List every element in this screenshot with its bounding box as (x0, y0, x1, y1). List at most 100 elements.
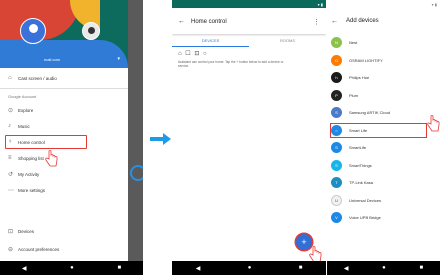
compass-icon: ⊙ (8, 107, 14, 114)
device-name: TP-Link Kasa (349, 180, 374, 186)
home-button[interactable]: ● (382, 265, 386, 271)
drawer-item-label: Account preferences (18, 246, 60, 252)
device-row[interactable]: T TP-Link Kasa (327, 174, 440, 192)
drawer-item-label: Shopping list (18, 155, 44, 161)
phone-drawer-screen: ▪ ▪ ▪ ▾ ▮ mail.com ▾ ⌂ Cast screen / aud… (0, 0, 143, 275)
device-logo-icon: N (331, 37, 342, 49)
device-row[interactable]: S SmartThings (327, 157, 440, 175)
device-logo-icon: S (331, 142, 342, 154)
status-icons-right: ▾ ▮ (317, 1, 323, 7)
room-icons: ⌂ ☐ ⊡ ○ (178, 51, 208, 57)
device-logo-icon: U (331, 194, 342, 206)
device-name: Samsung ARTIK Cloud (349, 110, 391, 116)
account-avatar[interactable] (20, 18, 46, 44)
device-name: OSRAM LIGHTIFY (349, 57, 383, 63)
status-bar: ▾ ▮ (172, 0, 326, 8)
status-icons-right: ▾ ▮ (431, 1, 437, 7)
device-row[interactable]: V Voice UPB Bridge (327, 209, 440, 227)
tap-hand-icon (426, 115, 440, 133)
device-list: N Nest O OSRAM LIGHTIFY h Philips Hue P Plum S Sa… (327, 34, 440, 227)
status-bar: ▾ ▮ (327, 0, 440, 8)
back-button[interactable]: ◀ (196, 265, 201, 272)
device-name: SmartLife (349, 145, 367, 151)
device-name: SmartThings (349, 162, 372, 168)
devices-icon: ⊡ (8, 228, 14, 235)
background-button (130, 165, 143, 181)
background-screen-edge (128, 0, 143, 261)
back-arrow-icon[interactable]: ← (331, 18, 338, 25)
device-row[interactable]: S SmartLife (327, 139, 440, 157)
empty-state-hint: Assistant can control your home. Tap the… (178, 60, 284, 68)
recents-button[interactable]: ■ (420, 265, 424, 271)
phone-home-control-screen: ▾ ▮ ← Home control ⋮ DEVICES ROOMS ⌂ ☐ ⊡… (172, 0, 326, 275)
drawer-item-account-preferences[interactable]: ⊖ Account preferences (0, 242, 128, 256)
home-button[interactable]: ● (70, 265, 74, 271)
device-row[interactable]: U Universal Devices (327, 192, 440, 210)
drawer-item-label: Devices (18, 228, 35, 234)
drawer-item-label: Cast screen / audio (18, 75, 57, 81)
system-nav-bar: ◀ ● ■ (327, 261, 440, 275)
device-row[interactable]: N Nest (327, 34, 440, 52)
arrow-right-icon (150, 133, 171, 145)
device-name: Nest (349, 40, 358, 46)
device-row[interactable]: ⌂ Smart Life (329, 122, 428, 140)
tab-rooms[interactable]: ROOMS (249, 38, 326, 47)
back-button[interactable]: ◀ (344, 265, 349, 272)
home-button[interactable]: ● (248, 265, 252, 271)
dots-icon: ⋯ (8, 187, 14, 194)
back-button[interactable]: ◀ (22, 265, 27, 272)
drawer-menu: ⌂ Cast screen / audio Google Account ⊙ E… (0, 70, 128, 198)
drawer-item-label: Home control (18, 139, 45, 145)
drawer-item-label: My Activity (18, 171, 40, 177)
recents-button[interactable]: ■ (118, 265, 122, 271)
drawer-item-music[interactable]: ♪ Music (0, 118, 128, 134)
device-row[interactable]: S Samsung ARTIK Cloud (327, 104, 440, 122)
back-arrow-icon[interactable]: ← (178, 18, 185, 25)
drawer-item-devices[interactable]: ⊡ Devices (0, 224, 128, 238)
device-row[interactable]: O OSRAM LIGHTIFY (327, 52, 440, 70)
device-row[interactable]: h Philips Hue (327, 69, 440, 87)
navigation-drawer: mail.com ▾ ⌂ Cast screen / audio Google … (0, 0, 128, 261)
chevron-down-icon[interactable]: ▾ (117, 56, 120, 62)
device-logo-icon: ⌂ (331, 124, 342, 136)
account-icon: ⊖ (8, 246, 14, 253)
tap-hand-icon (44, 150, 58, 168)
drawer-item-cast[interactable]: ⌂ Cast screen / audio (0, 70, 128, 86)
device-logo-icon: T (331, 177, 342, 189)
secondary-avatar[interactable] (82, 22, 100, 40)
device-name: Smart Life (349, 127, 368, 133)
device-name: Universal Devices (349, 197, 382, 203)
section-google-account: Google Account (8, 94, 37, 99)
drawer-item-explore[interactable]: ⊙ Explore (0, 102, 128, 118)
list-icon: ≡ (8, 155, 12, 161)
music-icon: ♪ (8, 123, 11, 129)
device-logo-icon: S (331, 159, 342, 171)
overflow-menu-icon[interactable]: ⋮ (313, 18, 320, 26)
page-title: ← Home control (178, 18, 227, 25)
drawer-item-label: More settings (18, 187, 46, 193)
lightbulb-icon: ♀ (8, 139, 13, 145)
device-logo-icon: h (331, 72, 342, 84)
drawer-item-my-activity[interactable]: ↺ My Activity (0, 166, 128, 182)
system-nav-bar: ◀ ● ■ (172, 261, 326, 275)
drawer-item-shopping-list[interactable]: ≡ Shopping list (0, 150, 128, 166)
drawer-item-label: Music (18, 123, 30, 129)
tab-bar: DEVICES ROOMS (172, 38, 326, 47)
recents-button[interactable]: ■ (299, 265, 303, 271)
phone-add-devices-screen: ▾ ▮ ← Add devices N Nest O OSRAM LIGHTIFY h P… (327, 0, 440, 275)
history-icon: ↺ (8, 171, 14, 178)
app-bar: ← Home control ⋮ (172, 8, 326, 34)
device-row[interactable]: P Plum (327, 87, 440, 105)
device-logo-icon: P (331, 89, 342, 101)
account-name: mail.com (44, 57, 61, 62)
drawer-item-home-control[interactable]: ♀ Home control (4, 134, 88, 150)
cast-icon: ⌂ (8, 75, 12, 81)
device-logo-icon: S (331, 107, 342, 119)
drawer-header: mail.com ▾ (0, 0, 128, 68)
tab-devices[interactable]: DEVICES (172, 38, 249, 47)
page-title-text: Home control (191, 18, 227, 25)
drawer-item-more-settings[interactable]: ⋯ More settings (0, 182, 128, 198)
system-nav-bar: ◀ ● ■ (0, 261, 143, 275)
device-name: Philips Hue (349, 75, 370, 81)
device-name: Plum (349, 92, 359, 98)
